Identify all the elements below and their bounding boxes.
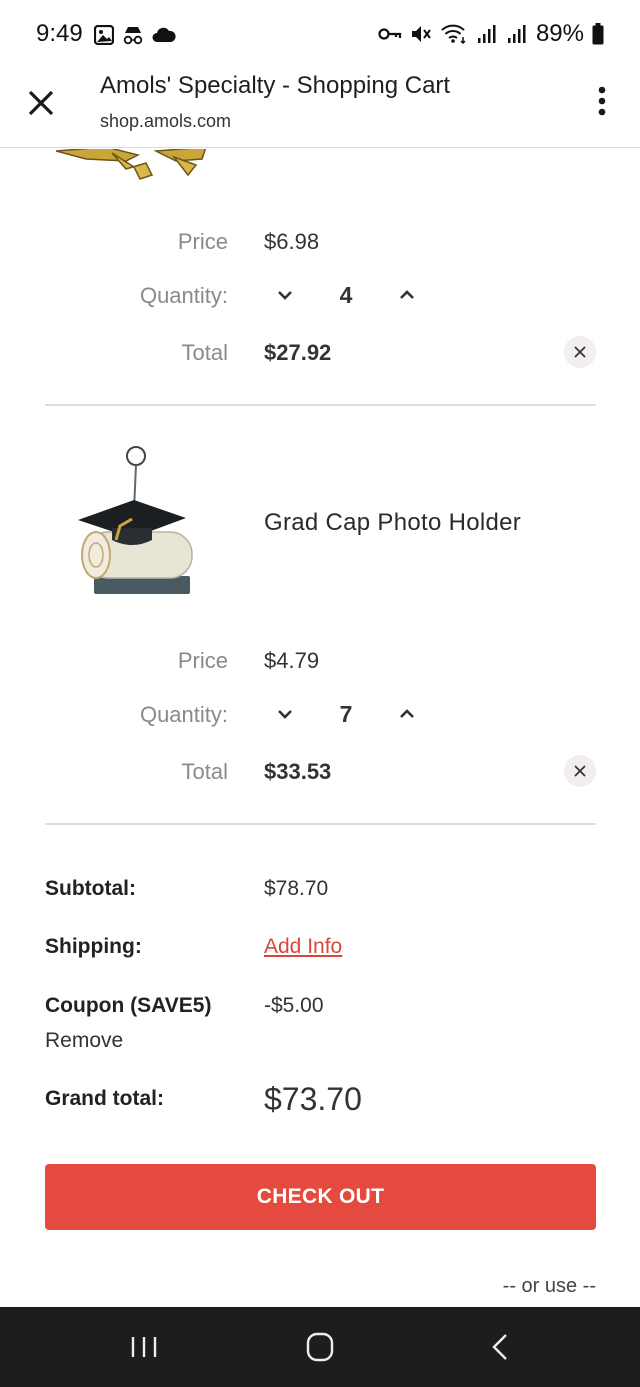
divider <box>45 823 596 825</box>
price-value: $4.79 <box>264 648 320 673</box>
quantity-increase-button[interactable] <box>392 699 422 729</box>
more-vert-icon <box>598 86 606 116</box>
chevron-down-icon <box>278 710 292 719</box>
back-button[interactable] <box>480 1329 520 1365</box>
close-icon <box>574 346 586 358</box>
signal-icon <box>477 25 496 43</box>
or-use-text: -- or use -- <box>502 1275 596 1297</box>
status-icons-left <box>94 24 176 46</box>
add-shipping-info-link[interactable]: Add Info <box>264 935 342 959</box>
gallery-icon <box>94 25 114 45</box>
checkout-button[interactable]: CHECK OUT <box>45 1164 596 1230</box>
system-nav-bar <box>0 1307 640 1387</box>
cart-page: Price $6.98 Quantity: 4 Total $27.92 Gra… <box>0 149 640 1307</box>
quantity-label: Quantity: <box>139 283 228 308</box>
chevron-up-icon <box>400 709 414 718</box>
mute-icon <box>411 26 431 42</box>
product-image-partial <box>56 149 207 180</box>
close-tab-button[interactable] <box>24 86 58 120</box>
price-value: $6.98 <box>264 229 320 254</box>
key-icon <box>378 28 402 40</box>
cloud-icon <box>152 27 176 42</box>
total-value: $27.92 <box>264 340 332 365</box>
status-time: 9:49 <box>36 20 83 47</box>
total-label: Total <box>181 340 228 365</box>
subtotal-label: Subtotal: <box>45 877 136 900</box>
recent-apps-button[interactable] <box>124 1329 164 1365</box>
grand-total-label: Grand total: <box>45 1087 164 1110</box>
status-icons-right: 89% <box>378 20 604 48</box>
page-url: shop.amols.com <box>100 111 232 131</box>
recent-apps-icon <box>131 1337 157 1357</box>
product-name[interactable]: Grad Cap Photo Holder <box>264 509 521 537</box>
quantity-value: 7 <box>339 701 353 727</box>
incognito-icon <box>123 27 143 45</box>
coupon-value: -$5.00 <box>264 994 324 1017</box>
home-icon <box>306 1332 334 1362</box>
remove-item-button[interactable] <box>564 336 596 368</box>
shipping-label: Shipping: <box>45 935 142 958</box>
product-image <box>72 440 200 600</box>
home-button[interactable] <box>300 1329 340 1365</box>
status-bar: 9:49 89% <box>0 0 640 66</box>
signal-icon <box>507 25 526 43</box>
battery-icon <box>592 23 604 45</box>
back-icon <box>492 1334 507 1360</box>
quantity-increase-button[interactable] <box>392 280 422 310</box>
chevron-down-icon <box>278 291 292 300</box>
total-label: Total <box>181 759 228 784</box>
chevron-up-icon <box>400 290 414 299</box>
price-label: Price <box>177 229 228 254</box>
battery-percentage: 89% <box>535 20 584 47</box>
more-options-button[interactable] <box>590 84 614 118</box>
price-label: Price <box>177 648 228 673</box>
wifi-icon <box>441 24 466 44</box>
quantity-decrease-button[interactable] <box>270 280 300 310</box>
page-title: Amols' Specialty - Shopping Cart <box>100 72 451 99</box>
remove-coupon-link[interactable]: Remove <box>45 1029 123 1053</box>
close-icon <box>28 90 54 116</box>
total-value: $33.53 <box>264 759 332 784</box>
coupon-label: Coupon (SAVE5) <box>45 994 212 1017</box>
grand-total-value: $73.70 <box>264 1081 362 1117</box>
quantity-value: 4 <box>339 282 353 308</box>
remove-item-button[interactable] <box>564 755 596 787</box>
quantity-decrease-button[interactable] <box>270 699 300 729</box>
quantity-label: Quantity: <box>139 702 228 727</box>
subtotal-value: $78.70 <box>264 877 329 900</box>
custom-tab-toolbar: Amols' Specialty - Shopping Cart shop.am… <box>0 66 640 148</box>
close-icon <box>574 765 586 777</box>
divider <box>45 404 596 406</box>
